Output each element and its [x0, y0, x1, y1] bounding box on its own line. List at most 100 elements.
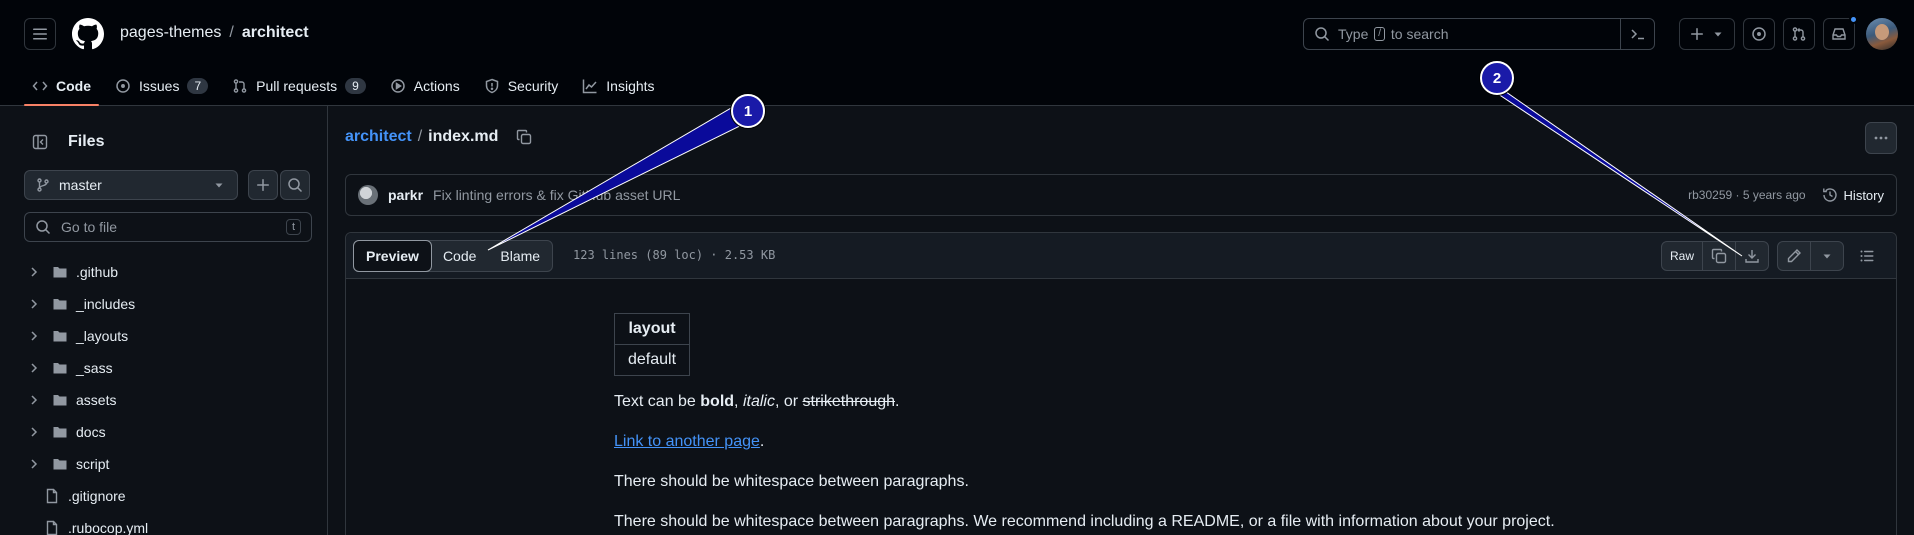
tree-item-dir[interactable]: assets: [24, 384, 314, 416]
tree-item-dir[interactable]: _includes: [24, 288, 314, 320]
tree-item-label: .rubocop.yml: [68, 520, 149, 535]
tree-item-file[interactable]: .gitignore: [24, 480, 314, 512]
git-branch-icon: [35, 177, 51, 193]
tree-item-dir[interactable]: script: [24, 448, 314, 480]
tree-item-dir[interactable]: _layouts: [24, 320, 314, 352]
commit-meta[interactable]: rb30259 · 5 years ago: [1688, 188, 1805, 202]
plus-icon: [1689, 26, 1705, 42]
terminal-icon: [1630, 26, 1646, 42]
tab-pull-requests[interactable]: Pull requests 9: [224, 66, 374, 106]
edit-options-button[interactable]: [1810, 242, 1843, 270]
commit-author-avatar[interactable]: [358, 185, 378, 205]
commit-author[interactable]: parkr: [388, 187, 423, 203]
folder-icon: [52, 296, 68, 312]
paragraph-whitespace: There should be whitespace between parag…: [614, 473, 969, 490]
bold-text: bold: [700, 393, 735, 410]
tree-item-dir[interactable]: docs: [24, 416, 314, 448]
file-path: architect / index.md: [345, 128, 532, 146]
folder-icon: [52, 264, 68, 280]
raw-copy-download-group: Raw: [1660, 241, 1769, 271]
create-new-button[interactable]: [1679, 18, 1735, 50]
add-file-button[interactable]: [248, 170, 278, 200]
latest-commit-bar: parkr Fix linting errors & fix GitHub as…: [345, 174, 1897, 216]
path-dir-link[interactable]: architect: [345, 128, 412, 146]
edit-button[interactable]: [1778, 242, 1810, 270]
copy-raw-button[interactable]: [1702, 242, 1735, 270]
search-icon: [35, 219, 51, 235]
owner-link[interactable]: pages-themes: [120, 24, 221, 42]
branch-selector[interactable]: master: [24, 170, 238, 200]
menu-button[interactable]: [24, 18, 56, 50]
text-run: .: [895, 393, 900, 410]
hamburger-icon: [32, 26, 48, 42]
italic-text: italic: [742, 393, 775, 410]
markdown-preview: layout default Text can be bold, italic,…: [613, 313, 1614, 535]
search-icon: [287, 177, 303, 193]
history-label: History: [1843, 187, 1884, 203]
tree-item-label: script: [76, 456, 110, 472]
tree-item-label: _sass: [76, 360, 113, 376]
copy-path-icon[interactable]: [516, 129, 532, 145]
go-to-file-input[interactable]: Go to file t: [24, 212, 312, 242]
raw-button[interactable]: Raw: [1662, 242, 1702, 270]
pencil-icon: [1786, 248, 1802, 264]
preview-tab[interactable]: Preview: [353, 240, 432, 272]
user-avatar[interactable]: [1866, 18, 1898, 50]
more-options-button[interactable]: [1865, 122, 1897, 154]
tab-actions[interactable]: Actions: [382, 66, 468, 106]
tree-item-dir[interactable]: .github: [24, 256, 314, 288]
tab-label: Actions: [413, 78, 460, 94]
tab-issues[interactable]: Issues 7: [107, 66, 216, 106]
breadcrumb-separator: /: [229, 24, 234, 41]
github-logo-icon[interactable]: [72, 18, 104, 50]
tree-item-label: docs: [76, 424, 106, 440]
files-header: Files: [24, 126, 104, 158]
chevron-right-icon: [26, 392, 42, 408]
tab-label: Pull requests: [256, 78, 338, 94]
tab-security[interactable]: Security: [476, 66, 567, 106]
file-content-box: Preview Code Blame 123 lines (89 loc) · …: [345, 232, 1897, 535]
another-page-link[interactable]: Link to another page: [614, 433, 760, 450]
download-button[interactable]: [1735, 242, 1768, 270]
command-palette-button[interactable]: [1620, 19, 1654, 49]
tab-label: Security: [507, 78, 559, 94]
issue-opened-icon: [1751, 26, 1767, 42]
tree-item-file[interactable]: .rubocop.yml: [24, 512, 314, 535]
notification-dot: [1849, 15, 1858, 24]
file-tree-sidebar: Files master Go to file t .github _inclu…: [0, 106, 328, 535]
triangle-down-icon: [1710, 26, 1726, 42]
issue-icon: [115, 78, 131, 94]
blame-tab[interactable]: Blame: [488, 241, 552, 271]
commit-message[interactable]: Fix linting errors & fix GitHub asset UR…: [433, 187, 680, 203]
tab-code[interactable]: Code: [24, 66, 99, 106]
repo-nav: Code Issues 7 Pull requests 9 Actions Se…: [24, 66, 663, 106]
breadcrumb: pages-themes / architect: [120, 24, 309, 42]
search-input[interactable]: Type / to search: [1303, 18, 1655, 50]
search-files-button[interactable]: [280, 170, 310, 200]
tab-label: Issues: [139, 78, 180, 94]
history-button[interactable]: History: [1822, 187, 1884, 203]
front-matter-table: layout default: [613, 313, 691, 376]
plus-icon: [255, 177, 271, 193]
pull-requests-button[interactable]: [1783, 18, 1815, 50]
shield-icon: [484, 78, 500, 94]
file-stats: 123 lines (89 loc) · 2.53 KB: [573, 248, 776, 262]
repo-link[interactable]: architect: [242, 24, 309, 42]
edit-group: [1777, 241, 1844, 271]
outline-button[interactable]: [1852, 241, 1882, 271]
tree-item-label: .github: [76, 264, 119, 280]
git-pull-request-icon: [1791, 26, 1807, 42]
code-icon: [32, 78, 48, 94]
inbox-button[interactable]: [1823, 15, 1858, 50]
issues-button[interactable]: [1743, 18, 1775, 50]
sidebar-collapse-icon: [32, 134, 48, 150]
search-icon: [1314, 26, 1330, 42]
collapse-sidebar-button[interactable]: [24, 126, 56, 158]
table-header-cell: layout: [613, 313, 691, 345]
copy-icon: [1711, 248, 1727, 264]
chevron-right-icon: [26, 360, 42, 376]
code-tab[interactable]: Code: [431, 241, 488, 271]
tree-item-dir[interactable]: _sass: [24, 352, 314, 384]
tab-insights[interactable]: Insights: [574, 66, 662, 106]
pull-requests-count-badge: 9: [345, 78, 366, 94]
